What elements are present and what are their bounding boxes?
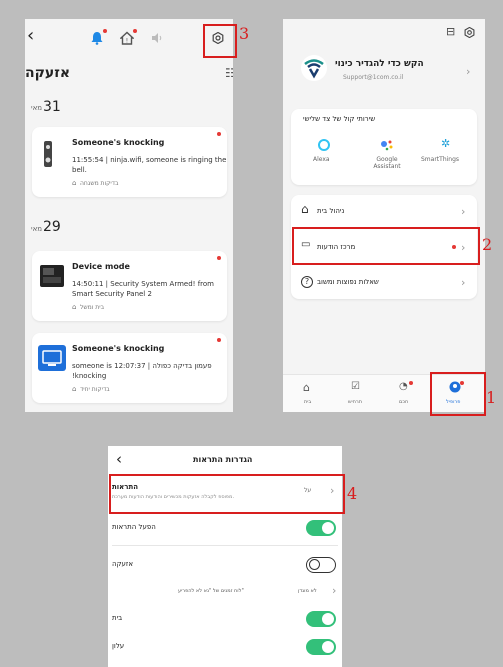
avatar[interactable] [301,55,327,81]
filter-icon[interactable]: ☷ [225,66,233,80]
card-line2: bell. [72,166,87,174]
notification-card[interactable]: Someone's knocking 11:55:54 | ninja.wifi… [32,127,227,197]
menu-label: ניהול בית [317,207,345,215]
voice-services-card: שירותי קול של צד שלישי Alexa Google Assi… [291,109,477,185]
chevron-right-icon: › [466,65,471,78]
services-title: שירותי קול של צד שלישי [303,115,376,123]
home-alarm-icon[interactable]: ! [120,31,134,45]
tablet-icon [38,345,66,371]
callout-box-profile-tab [430,372,486,416]
card-line2: Smart Security Panel 2 [72,290,152,298]
chevron-right-icon: › [332,584,337,597]
newsletter-row: עלון [108,636,342,658]
card-title: Someone's knocking [72,138,165,147]
doorbell-icon [44,141,52,167]
home-toggle[interactable] [306,611,336,627]
callout-box-settings [203,24,237,58]
back-icon[interactable]: ‹ [27,25,34,46]
enable-alerts-toggle[interactable] [306,520,336,536]
card-line1: 14:50:11 | Security System Armed! from [72,280,214,288]
tab-home[interactable]: ⌂ בית [297,381,321,409]
enable-alerts-row: הפעל התראות [108,517,342,539]
service-label: Alexa [313,156,330,163]
row-label: לוח זמנים של "נא לא להפריע" [178,588,244,594]
card-title: Someone's knocking [72,344,165,353]
card-place: בית ומשל [80,304,105,311]
row-label: הפעל התראות [112,523,156,531]
service-label: Google Assistant [373,156,401,170]
home-icon: ⌂ [303,381,310,394]
home-row: בית [108,608,342,630]
home-icon: ⌂ [301,202,309,216]
home-icon: ⌂ [72,385,77,393]
question-icon: ? [301,276,313,288]
card-line2: !knocking [72,372,107,380]
row-label: אזעקה [112,560,134,568]
alexa-icon [318,139,330,151]
callout-number: 3 [239,24,250,43]
security-panel-icon [40,265,64,287]
notification-card[interactable]: Device mode 14:50:11 | Security System A… [32,251,227,321]
newsletter-toggle[interactable] [306,639,336,655]
page-title: אזעקה [25,65,71,81]
callout-box-alerts [109,474,345,514]
chevron-right-icon: › [461,205,466,218]
speaker-icon[interactable] [151,32,163,44]
row-value: לא מוגדן [298,588,317,594]
alarm-screen: ‹ ! אזעקה ☷ 31 מאי Someone's knocking 11… [25,19,233,412]
profile-name[interactable]: הקש כדי להגדיר כינוי [335,59,424,69]
settings-icon[interactable] [464,27,475,38]
svg-text:!: ! [126,38,128,45]
card-line1: someone is פעמון בדיקה כפולה | 12:07:37 [72,362,212,370]
callout-number: 2 [482,235,493,254]
card-title: Device mode [72,262,130,271]
menu-label: שאלות נפוצות ומשוב [317,278,379,286]
callout-number: 4 [347,484,358,503]
date-month: מאי [31,225,42,233]
menu-item-home-management[interactable]: ⌂ ניהול בית › [291,195,477,228]
tab-label: תרחיש [348,399,363,405]
service-label: SmartThings [421,156,460,163]
menu-item-faq[interactable]: ? שאלות נפוצות ומשוב › [291,267,477,299]
service-google-assistant[interactable]: Google Assistant [367,139,407,175]
service-smartthings[interactable]: ✲ SmartThings [421,137,471,169]
callout-box-message-center [292,227,480,265]
date-day: 31 [43,99,61,115]
profile-screen: ⊟ הקש כדי להגדיר כינוי Support@1com.co.i… [283,19,485,412]
tab-label: חכם [399,399,409,405]
chevron-right-icon: › [461,276,466,289]
page-title: הגדרות התראות [193,455,253,464]
callout-number: 1 [486,388,497,407]
card-line1: 11:55:54 | ninja.wifi, someone is ringin… [72,156,227,164]
alarm-row: אזעקה [108,554,342,576]
scan-icon[interactable]: ⊟ [446,25,455,38]
date-day: 29 [43,219,61,235]
google-assistant-icon [381,140,393,151]
scene-icon: ☑ [351,381,360,392]
card-place: בדיקות משגחה [80,180,119,187]
bell-icon[interactable] [90,31,104,45]
card-place: בדיקות יחיד [80,386,110,393]
alarm-toggle[interactable] [306,557,336,573]
home-icon: ⌂ [72,179,77,187]
tab-scenes[interactable]: ☑ תרחיש [343,381,371,409]
dnd-schedule-row[interactable]: לוח זמנים של "נא לא להפריע" לא מוגדן › [108,580,342,602]
date-month: מאי [31,104,42,112]
profile-email: Support@1com.co.il [343,74,404,81]
smartthings-icon: ✲ [441,137,451,150]
row-label: עלון [112,642,125,650]
tab-smart[interactable]: ◔ חכם [391,381,419,409]
smart-icon: ◔ [399,381,408,392]
service-alexa[interactable]: Alexa [309,139,339,169]
back-icon[interactable]: ‹ [116,450,122,468]
home-icon: ⌂ [72,303,77,311]
notification-card[interactable]: Someone's knocking someone is פעמון בדיק… [32,333,227,403]
row-label: בית [112,614,123,622]
tab-label: בית [304,399,312,405]
